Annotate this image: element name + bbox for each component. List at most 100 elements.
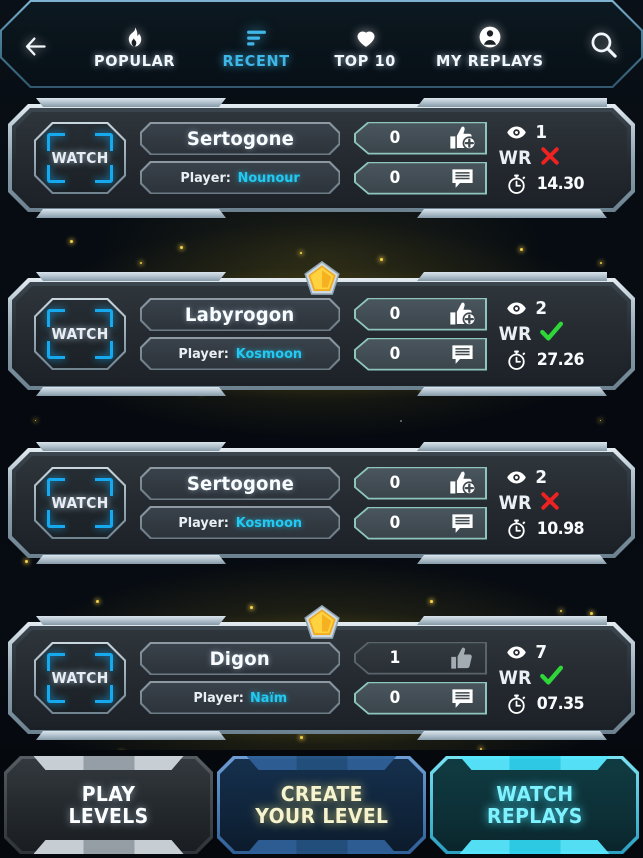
player-field: Player: Nounour (140, 161, 340, 194)
button-inner: CREATE YOUR LEVEL (220, 759, 423, 851)
replay-time: 14.30 (537, 174, 584, 194)
search-button[interactable] (564, 0, 643, 90)
views-count: 2 (535, 467, 546, 488)
like-button[interactable]: 0 (354, 298, 487, 331)
card-plate (36, 98, 226, 107)
card-plate (417, 98, 607, 107)
card-fields: Sertogone Player: Nounour (140, 122, 340, 194)
like-count: 0 (360, 128, 435, 148)
notch-decor (460, 756, 610, 770)
card-fields: Labyrogon Player: Kosmoon (140, 298, 340, 370)
stopwatch-icon (497, 518, 535, 540)
views-count: 2 (535, 298, 546, 319)
eye-icon (497, 122, 535, 143)
watch-button[interactable]: WATCH (34, 642, 126, 714)
views-row: 2 (497, 296, 627, 321)
player-label: Player: (178, 346, 229, 362)
card-stats: 7 WR 07.35 (487, 640, 627, 717)
replay-card[interactable]: WATCH Sertogone Player: Nounour 0 0 1 WR 14.30 (8, 104, 635, 212)
like-count: 0 (360, 473, 435, 493)
bottom-nav-watchr[interactable]: WATCH REPLAYS (430, 756, 639, 854)
cross-icon (539, 145, 561, 172)
level-name-field: Labyrogon (140, 298, 340, 331)
comment-button[interactable]: 0 (354, 162, 487, 195)
back-button[interactable] (0, 0, 72, 90)
card-stats: 2 WR 10.98 (487, 465, 627, 542)
bracket-icon (47, 165, 65, 183)
world-record-row: WR (497, 666, 627, 691)
eye-icon (497, 298, 535, 319)
level-name: Sertogone (186, 473, 293, 495)
like-button[interactable]: 0 (354, 122, 487, 155)
card-body: WATCH Digon Player: Naïm 1 0 7 WR 07.35 (16, 630, 627, 726)
replay-card[interactable]: WATCH Digon Player: Naïm 1 0 7 WR 07.35 (8, 622, 635, 734)
time-row: 27.26 (497, 348, 627, 373)
replay-time: 10.98 (537, 519, 584, 539)
tab-top-10[interactable]: TOP 10 (316, 0, 416, 90)
views-row: 1 (497, 120, 627, 145)
tab-recent[interactable]: RECENT (198, 0, 316, 90)
card-plate (417, 555, 607, 564)
comment-button[interactable]: 0 (354, 338, 487, 371)
watch-button[interactable]: WATCH (34, 467, 126, 539)
check-icon (539, 319, 564, 349)
tab-popular[interactable]: POPULAR (72, 0, 198, 90)
watch-label: WATCH (51, 669, 108, 687)
world-record-row: WR (497, 491, 627, 516)
bracket-icon (95, 165, 113, 183)
replay-card[interactable]: WATCH Labyrogon Player: Kosmoon 0 0 2 WR 27.26 (8, 278, 635, 390)
wr-label: WR (499, 667, 538, 689)
notch-decor (460, 840, 610, 854)
replay-time: 27.26 (537, 350, 584, 370)
notch-decor (247, 840, 397, 854)
button-inner: PLAY LEVELS (7, 759, 210, 851)
comment-button[interactable]: 0 (354, 507, 487, 540)
top-navigation-bar: POPULAR RECENT TOP 10 MY REPLAYS (0, 0, 643, 90)
views-row: 7 (497, 640, 627, 665)
card-fields: Digon Player: Naïm (140, 642, 340, 714)
watch-button[interactable]: WATCH (34, 298, 126, 370)
card-actions: 00 (354, 122, 487, 195)
bottom-nav-create[interactable]: CREATE YOUR LEVEL (217, 756, 426, 854)
like-count: 1 (360, 648, 435, 668)
like-button[interactable]: 1 (354, 642, 487, 675)
button-label-line2: LEVELS (68, 804, 148, 828)
comment-count: 0 (360, 513, 435, 533)
comment-count: 0 (360, 168, 435, 188)
replay-card[interactable]: WATCH Sertogone Player: Kosmoon 0 0 2 WR 10.98 (8, 448, 635, 558)
like-button[interactable]: 0 (354, 467, 487, 500)
eye-icon (497, 467, 535, 488)
card-body: WATCH Sertogone Player: Kosmoon 0 0 2 WR 10.98 (16, 456, 627, 550)
heart-icon (353, 20, 379, 50)
check-icon (539, 663, 564, 693)
comment-button[interactable]: 0 (354, 682, 487, 715)
player-name: Nounour (238, 170, 300, 186)
level-name-field: Sertogone (140, 122, 340, 155)
card-body: WATCH Labyrogon Player: Kosmoon 0 0 2 WR 27.26 (16, 286, 627, 382)
world-record-row: WR (497, 322, 627, 347)
cross-icon (539, 490, 561, 517)
bracket-icon (47, 685, 65, 703)
bracket-icon (95, 685, 113, 703)
stopwatch-icon (497, 173, 535, 195)
player-name: Kosmoon (235, 515, 301, 531)
bracket-icon (47, 341, 65, 359)
card-stats: 2 WR 27.26 (487, 296, 627, 373)
level-name: Labyrogon (185, 304, 295, 326)
bracket-icon (47, 510, 65, 528)
player-field: Player: Kosmoon (140, 337, 340, 370)
time-row: 14.30 (497, 172, 627, 197)
notch-decor (34, 840, 184, 854)
bottom-nav-play[interactable]: PLAY LEVELS (4, 756, 213, 854)
player-label: Player: (178, 515, 229, 531)
watch-button[interactable]: WATCH (34, 122, 126, 194)
time-row: 07.35 (497, 692, 627, 717)
button-inner: WATCH REPLAYS (433, 759, 636, 851)
featured-gem-badge (303, 260, 341, 298)
watch-inner: WATCH (36, 124, 124, 192)
button-label-line2: REPLAYS (487, 804, 583, 828)
replay-time: 07.35 (537, 694, 584, 714)
tab-my-replays[interactable]: MY REPLAYS (416, 0, 564, 90)
player-name: Naïm (250, 690, 287, 706)
tab-label: RECENT (223, 52, 290, 70)
